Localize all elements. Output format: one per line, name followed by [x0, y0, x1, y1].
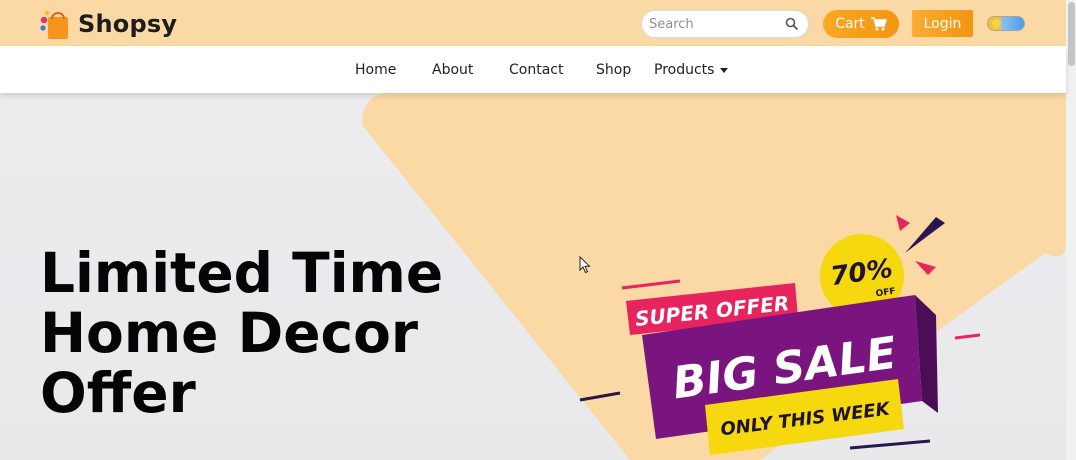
- nav-about[interactable]: About: [432, 62, 473, 78]
- nav-products[interactable]: Products: [654, 62, 729, 78]
- cart-button[interactable]: Cart: [823, 10, 899, 38]
- chevron-down-icon: [720, 67, 729, 73]
- nav-products-label: Products: [654, 62, 715, 78]
- big-sale-badge: 70% OFF SUPER OFFER BIG SALE ONLY THIS W…: [579, 215, 980, 455]
- cart-label: Cart: [835, 16, 865, 32]
- search-input[interactable]: [642, 12, 777, 36]
- main-navigation: Home About Contact Shop Products: [0, 46, 1066, 93]
- mouse-cursor-icon: [579, 256, 591, 274]
- hero-banner: Limited Time Home Decor Offer 70% OFF SU…: [0, 93, 1066, 460]
- brand-name: Shopsy: [78, 10, 178, 38]
- search-icon[interactable]: [785, 17, 799, 31]
- page-scrollbar-thumb[interactable]: [1068, 2, 1075, 66]
- search-bar[interactable]: [641, 10, 809, 38]
- nav-shop[interactable]: Shop: [596, 62, 631, 78]
- page-scrollbar-track[interactable]: [1066, 0, 1076, 460]
- cart-icon: [870, 17, 887, 31]
- theme-toggle[interactable]: [987, 16, 1025, 31]
- hero-title-line: Offer: [40, 361, 196, 425]
- top-header: Shopsy Cart Login: [0, 0, 1066, 46]
- shopping-bag-logo-icon: [38, 8, 72, 40]
- nav-home[interactable]: Home: [355, 62, 396, 78]
- hero-title-line: Home Decor: [40, 301, 419, 365]
- toggle-knob: [992, 19, 1001, 28]
- login-button[interactable]: Login: [912, 10, 973, 37]
- hero-title: Limited Time Home Decor Offer: [40, 243, 480, 423]
- nav-contact[interactable]: Contact: [509, 62, 563, 78]
- brand-logo[interactable]: Shopsy: [38, 8, 177, 40]
- hero-title-line: Limited Time: [40, 241, 444, 305]
